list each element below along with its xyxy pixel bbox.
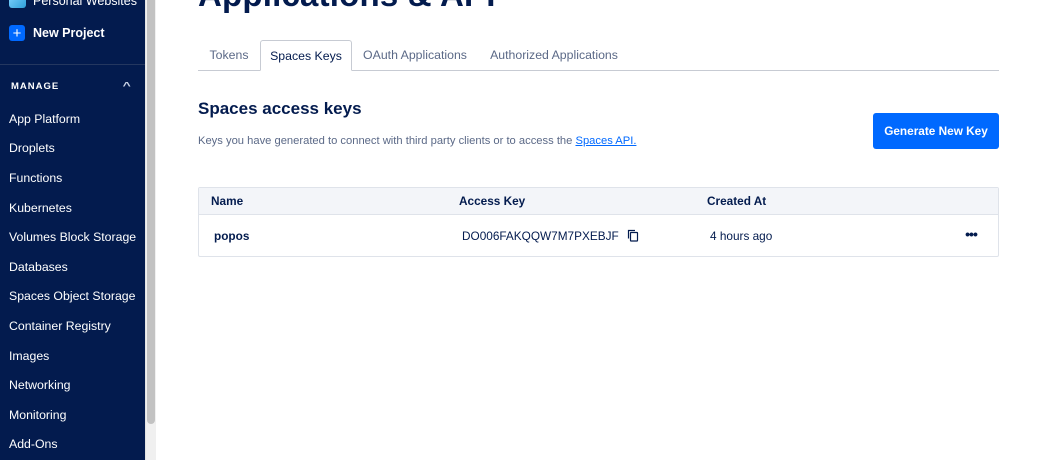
spaces-keys-table: Name Access Key Created At popos DO006FA… [198, 187, 999, 257]
sidebar-divider [0, 64, 145, 65]
sidebar: Personal Websites + New Project MANAGE ^… [0, 0, 145, 460]
access-key-value: DO006FAKQQW7M7PXEBJF [462, 229, 619, 243]
sidebar-item-app-platform[interactable]: App Platform [0, 104, 145, 134]
manage-section-label: MANAGE [11, 81, 60, 92]
tab-spaces-keys[interactable]: Spaces Keys [260, 40, 352, 71]
created-at-value: 4 hours ago [710, 229, 773, 243]
sidebar-item-label: Networking [9, 378, 71, 393]
project-label: Personal Websites [33, 0, 137, 8]
sidebar-scrollbar-thumb[interactable] [147, 0, 155, 424]
sidebar-item-add-ons[interactable]: Add-Ons [0, 430, 145, 460]
sidebar-item-images[interactable]: Images [0, 341, 145, 371]
new-project-label: New Project [33, 26, 105, 40]
copy-icon[interactable] [627, 229, 639, 242]
sidebar-item-volumes[interactable]: Volumes Block Storage [0, 222, 145, 252]
sidebar-item-label: Add-Ons [9, 437, 58, 452]
tab-oauth-applications[interactable]: OAuth Applications [354, 40, 476, 71]
column-header-created-at: Created At [707, 194, 767, 208]
spaces-api-link[interactable]: Spaces API. [575, 135, 636, 147]
sidebar-item-label: Droplets [9, 141, 55, 156]
section-description-text: Keys you have generated to connect with … [198, 135, 576, 147]
tab-tokens[interactable]: Tokens [198, 40, 260, 71]
project-icon [9, 0, 26, 8]
sidebar-project-personal-websites[interactable]: Personal Websites [9, 0, 137, 8]
table-row: popos DO006FAKQQW7M7PXEBJF 4 hours ago •… [199, 215, 998, 257]
sidebar-item-label: Spaces Object Storage [9, 289, 136, 304]
sidebar-item-label: App Platform [9, 111, 81, 126]
column-header-access-key: Access Key [459, 194, 526, 208]
tab-label: Tokens [209, 48, 249, 62]
sidebar-item-label: Monitoring [9, 407, 67, 422]
more-horizontal-icon[interactable]: ••• [961, 227, 981, 245]
sidebar-item-networking[interactable]: Networking [0, 370, 145, 400]
main-content: Applications & API Tokens Spaces Keys OA… [156, 0, 1038, 460]
sidebar-item-spaces[interactable]: Spaces Object Storage [0, 282, 145, 312]
plus-icon: + [9, 25, 25, 41]
tab-label: Authorized Applications [490, 48, 618, 62]
sidebar-item-label: Container Registry [9, 318, 111, 333]
sidebar-item-label: Images [9, 348, 50, 363]
section-description: Keys you have generated to connect with … [198, 135, 636, 147]
tab-authorized-applications[interactable]: Authorized Applications [482, 40, 626, 71]
sidebar-item-monitoring[interactable]: Monitoring [0, 400, 145, 430]
manage-section-toggle[interactable]: MANAGE ^ [11, 81, 135, 92]
section-title: Spaces access keys [198, 99, 362, 118]
sidebar-item-label: Volumes Block Storage [9, 230, 137, 245]
page-title: Applications & API [198, 0, 496, 14]
key-name: popos [214, 229, 250, 243]
sidebar-item-functions[interactable]: Functions [0, 163, 145, 193]
sidebar-item-label: Databases [9, 259, 68, 274]
tab-label: OAuth Applications [363, 48, 467, 62]
column-header-name: Name [211, 194, 244, 208]
sidebar-nav: App Platform Droplets Functions Kubernet… [0, 104, 145, 459]
chevron-up-icon: ^ [122, 81, 133, 92]
new-project-button[interactable]: + New Project [9, 25, 105, 41]
sidebar-item-label: Functions [9, 170, 63, 185]
tab-bar: Tokens Spaces Keys OAuth Applications Au… [198, 40, 999, 71]
sidebar-item-databases[interactable]: Databases [0, 252, 145, 282]
sidebar-item-kubernetes[interactable]: Kubernetes [0, 193, 145, 223]
tab-label: Spaces Keys [270, 49, 342, 63]
sidebar-item-droplets[interactable]: Droplets [0, 134, 145, 164]
generate-new-key-button[interactable]: Generate New Key [873, 113, 999, 149]
table-header: Name Access Key Created At [199, 188, 998, 215]
sidebar-item-container-registry[interactable]: Container Registry [0, 311, 145, 341]
sidebar-item-label: Kubernetes [9, 200, 72, 215]
